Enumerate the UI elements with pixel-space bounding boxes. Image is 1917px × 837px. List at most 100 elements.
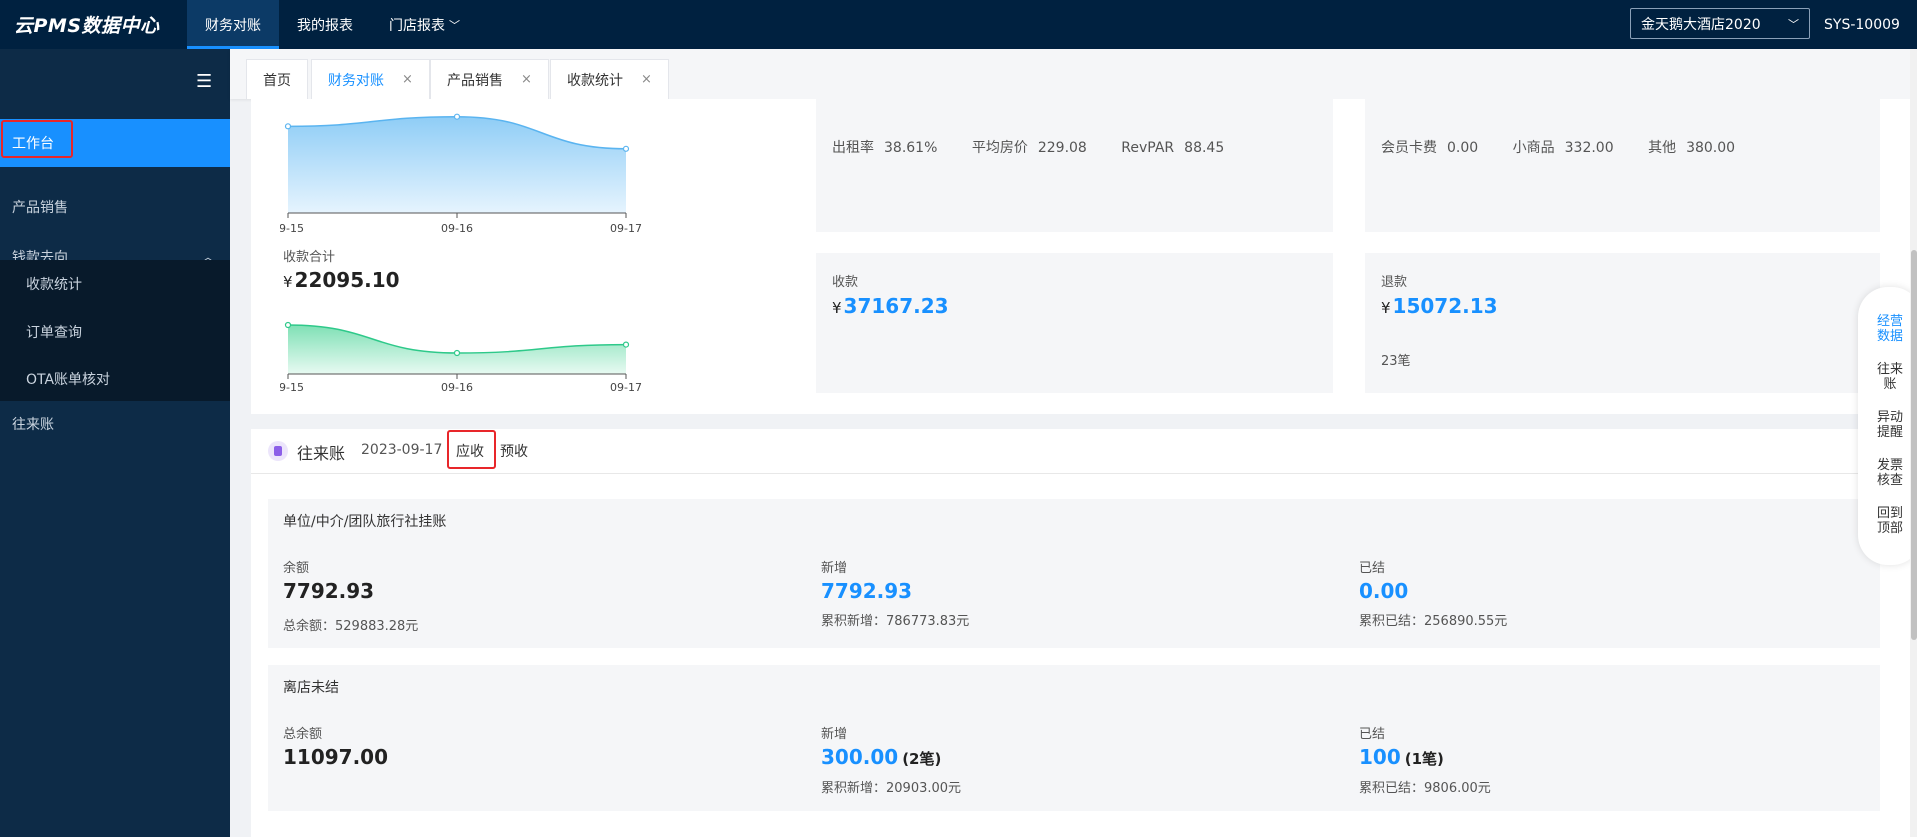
sidebar-item-product-sales[interactable]: 产品销售 [0,186,230,228]
sidebar-item-receipt-stats[interactable]: 收款统计 [0,260,230,308]
collect-total-label: 收款合计 [283,250,336,265]
topnav-my-reports[interactable]: 我的报表 [279,0,371,49]
close-icon[interactable]: × [402,72,413,87]
new-label: 新增 [821,727,848,742]
scrollbar-thumb[interactable] [1911,250,1917,640]
sidebar-item-label: 订单查询 [26,325,82,341]
chevron-down-icon: ﹀ [1788,17,1799,31]
floating-nav: 经营 数据 往来 账 异动 提醒 发票 核查 回到 顶部 [1858,287,1917,565]
new-value: 7792.93 [821,579,913,603]
sidebar-item-label: OTA账单核对 [26,371,111,388]
float-nav-invoice[interactable]: 发票 核查 [1868,458,1912,488]
settled-total: 累积已结：256890.55元 [1359,614,1508,629]
receipt-value: ¥37167.23 [832,294,949,318]
app-logo: 云PMS数据中心 [14,15,160,37]
x-tick-label: 09-15 [280,222,304,235]
balance-value: 7792.93 [283,579,375,603]
tab-label: 财务对账 [328,72,384,89]
tab-finance[interactable]: 财务对账 × [311,59,430,99]
tab-label: 产品销售 [447,72,503,89]
chevron-down-icon: ﹀ [449,18,460,32]
currency-symbol: ¥ [1381,299,1391,317]
topnav-finance[interactable]: 财务对账 [187,0,279,49]
stat-value: 0.00 [1447,140,1479,156]
new-amount: 300.00 [821,745,899,769]
sidebar-item-label: 收款统计 [26,277,82,293]
settled-value: 100 (1笔) [1359,745,1444,769]
ledger-header: 往来账 2023-09-17 应收 预收 [251,429,1917,474]
other-income-row: 会员卡费 0.00 小商品 332.00 其他 380.00 [1381,137,1735,157]
x-tick-label: 09-17 [610,381,642,394]
menu-collapse-icon[interactable]: ☰ [196,71,212,92]
refund-value: ¥15072.13 [1381,294,1498,318]
balance-total: 总余额：529883.28元 [283,619,419,634]
close-icon[interactable]: × [641,72,652,87]
float-nav-business-data[interactable]: 经营 数据 [1868,314,1912,344]
topnav-label: 财务对账 [205,17,261,34]
stat-value: 88.45 [1184,140,1225,156]
hotel-select[interactable]: 金天鹅大酒店2020 ﹀ [1630,8,1810,39]
data-point [622,145,630,152]
sidebar-item-ota-check[interactable]: OTA账单核对 [0,356,230,401]
settled-label: 已结 [1359,727,1386,742]
stat-value: 332.00 [1564,140,1614,156]
x-tick-label: 09-16 [441,222,473,235]
x-tick-label: 09-16 [441,381,473,394]
currency-symbol: ¥ [283,273,293,291]
data-point [284,123,292,130]
settled-value: 0.00 [1359,579,1409,603]
data-point [284,321,292,329]
highlight-box [447,430,496,469]
chart-area [288,116,626,213]
tab-receipt-stats[interactable]: 收款统计 × [550,59,669,99]
refund-count: 23笔 [1381,354,1411,369]
float-nav-label: 往来 账 [1876,362,1903,392]
tab-product-sales[interactable]: 产品销售 × [430,59,549,99]
tab-label: 首页 [263,72,291,89]
receipt-card [816,253,1333,393]
data-point [622,341,630,348]
float-nav-alerts[interactable]: 异动 提醒 [1868,410,1912,440]
hotel-select-value: 金天鹅大酒店2020 [1641,16,1761,33]
tab-advance[interactable]: 预收 [500,441,528,461]
stat-value: 38.61% [884,140,938,156]
settled-label: 已结 [1359,561,1386,576]
float-nav-accounts[interactable]: 往来 账 [1868,362,1912,392]
float-nav-label: 经营 数据 [1876,314,1903,344]
receipt-amount: 37167.23 [843,294,949,318]
room-stats-card [816,99,1333,232]
tab-label: 收款统计 [567,72,623,89]
float-nav-back-top[interactable]: 回到 顶部 [1868,506,1912,536]
new-count: (2笔) [902,750,942,768]
new-total: 累积新增：786773.83元 [821,614,970,629]
ledger-section-agency [268,499,1880,648]
stat-label: 出租率 [832,140,874,156]
topnav-label: 我的报表 [297,17,353,34]
stat-value: 229.08 [1037,140,1087,156]
ledger-date: 2023-09-17 [361,442,443,458]
data-point [453,113,461,120]
float-nav-label: 回到 顶部 [1876,506,1903,536]
stat-value: 380.00 [1686,140,1736,156]
tab-home[interactable]: 首页 [246,59,308,99]
new-total: 累积新增：20903.00元 [821,781,962,796]
topnav-store-reports[interactable]: 门店报表 ﹀ [371,0,478,49]
settled-amount: 100 [1359,745,1401,769]
room-stats-row: 出租率 38.61% 平均房价 229.08 RevPAR 88.45 [832,137,1224,157]
data-point [453,349,461,357]
settled-total: 累积已结：9806.00元 [1359,781,1491,796]
other-income-card [1365,99,1880,232]
sidebar-item-label: 往来账 [12,417,54,433]
ledger-icon [268,441,288,461]
stat-label: 其他 [1648,140,1677,156]
close-icon[interactable]: × [521,72,532,87]
sidebar-item-order-query[interactable]: 订单查询 [0,308,230,356]
stat-label: RevPAR [1121,140,1175,156]
sidebar-item-accounts[interactable]: 往来账 [0,402,230,446]
receipt-label: 收款 [832,275,859,290]
new-label: 新增 [821,561,848,576]
stat-label: 小商品 [1512,140,1555,156]
refund-label: 退款 [1381,275,1408,290]
x-tick-label: 09-17 [610,222,642,235]
stat-label: 平均房价 [971,140,1028,156]
